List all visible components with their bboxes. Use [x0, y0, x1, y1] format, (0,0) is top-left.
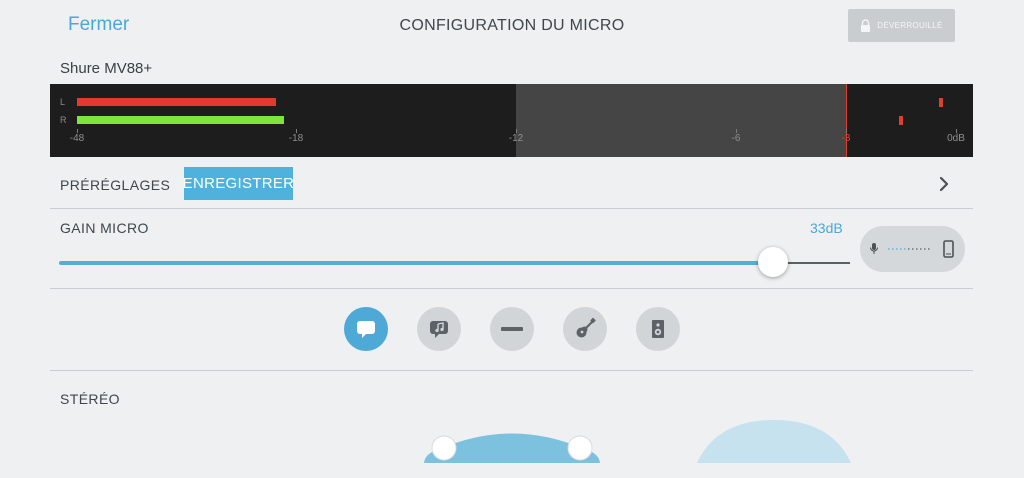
guitar-icon	[576, 317, 596, 338]
speaker-icon	[652, 320, 664, 338]
mode-flat-button[interactable]	[490, 307, 534, 351]
meter-tick-label: -12	[508, 133, 524, 144]
stereo-width-control[interactable]	[0, 415, 1024, 473]
gain-slider-handle[interactable]	[757, 247, 788, 277]
divider	[50, 370, 973, 371]
meter-tick-label: -3	[841, 133, 851, 144]
mode-speech-button[interactable]	[344, 307, 388, 351]
meter-tick-label: -6	[731, 133, 741, 144]
unlock-button-label: DÉVERROUILLÉ	[877, 21, 943, 30]
meter-tick-label: -48	[69, 133, 85, 144]
meter-target-zone	[516, 84, 846, 157]
meter-limit-line	[846, 84, 847, 157]
mode-loud-button[interactable]	[636, 307, 680, 351]
speech-bubble-icon	[357, 321, 375, 338]
unlock-button[interactable]: DÉVERROUILLÉ	[848, 9, 955, 42]
music-bubble-icon	[430, 321, 448, 338]
monitor-toggle[interactable]	[860, 226, 965, 272]
meter-peak-left	[939, 98, 944, 107]
selected-preset[interactable]: ENREGISTRER	[183, 167, 294, 200]
meter-tick-label: -18	[288, 133, 304, 144]
stereo-handle-left	[431, 435, 457, 461]
phone-icon	[943, 240, 954, 258]
gain-slider-fill	[59, 261, 771, 265]
level-meter: L R -48 -18 -12 -6 -3 0dB	[50, 84, 973, 157]
stereo-handle-right	[567, 435, 593, 461]
microphone-icon	[870, 243, 878, 254]
padlock-icon	[860, 19, 871, 32]
presets-row[interactable]: PRÉRÉGLAGES ENREGISTRER	[50, 160, 973, 209]
stereo-label: STÉRÉO	[60, 391, 120, 407]
stereo-pickup-pattern	[697, 420, 851, 463]
divider	[50, 288, 973, 289]
gain-label: GAIN MICRO	[60, 220, 149, 236]
gain-slider[interactable]	[59, 247, 850, 277]
mode-singing-button[interactable]	[417, 307, 461, 351]
mode-acoustic-button[interactable]	[563, 307, 607, 351]
device-name: Shure MV88+	[60, 60, 153, 77]
meter-peak-right	[899, 116, 903, 125]
meter-channel-right-label: R	[60, 115, 67, 125]
flat-line-icon	[501, 327, 523, 331]
meter-channel-left-label: L	[60, 97, 66, 107]
meter-bar-right	[77, 116, 285, 124]
presets-label: PRÉRÉGLAGES	[60, 177, 171, 193]
chevron-right-icon[interactable]	[936, 174, 952, 199]
meter-bar-left	[77, 98, 276, 106]
gain-value: 33dB	[810, 220, 843, 236]
meter-tick-label: 0dB	[947, 133, 965, 144]
